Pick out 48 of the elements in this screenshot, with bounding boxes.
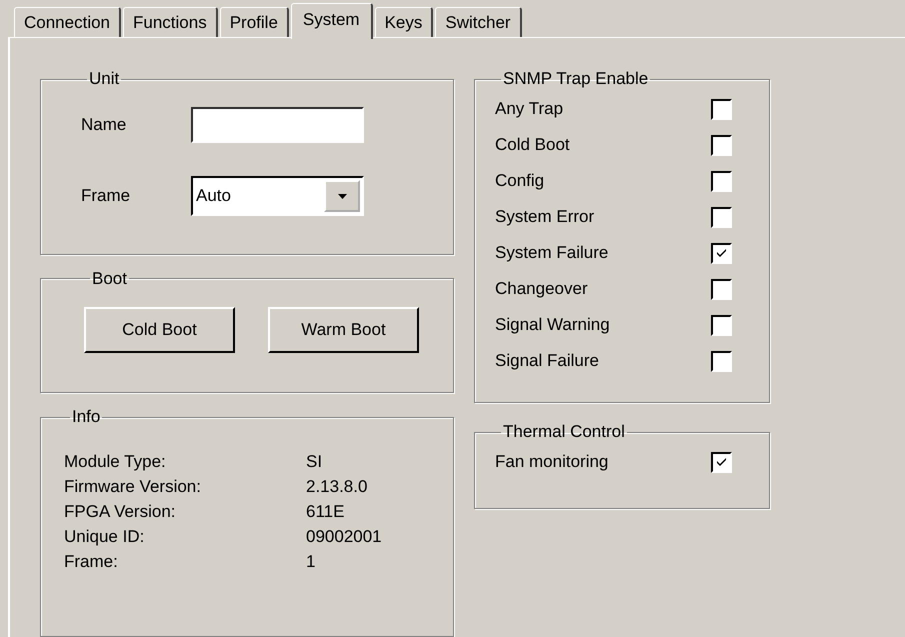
tab[interactable]: Connection — [14, 7, 122, 37]
tab[interactable]: Functions — [123, 7, 218, 37]
info-label: Frame: — [64, 551, 119, 574]
checkbox-label: Fan monitoring — [495, 452, 610, 472]
info-label: Firmware Version: — [64, 476, 202, 498]
checkbox-label: Changeover — [495, 279, 589, 299]
checkbox[interactable] — [711, 350, 732, 372]
checkbox[interactable] — [711, 278, 732, 300]
info-value: 611E — [306, 501, 346, 524]
checkbox[interactable] — [711, 206, 732, 228]
info-label: FPGA Version: — [64, 501, 176, 524]
boot-button[interactable]: Cold Boot — [84, 306, 235, 353]
frame-dropdown[interactable]: Auto — [191, 176, 364, 216]
group-title: Boot — [91, 268, 128, 289]
checkbox-label: System Error — [495, 207, 596, 227]
checkbox[interactable] — [711, 314, 732, 336]
info-label: Module Type: — [64, 451, 167, 474]
name-field[interactable] — [191, 107, 364, 143]
field-label: Name — [81, 115, 128, 135]
checkmark-icon — [716, 457, 727, 467]
group-title: Unit — [88, 69, 120, 89]
checkbox-label: Any Trap — [495, 99, 564, 119]
info-value: 2.13.8.0 — [306, 476, 368, 498]
checkbox-label: Config — [495, 171, 546, 191]
info-value: SI — [306, 451, 324, 474]
checkbox-label: Signal Warning — [495, 315, 611, 335]
group-title: Info — [71, 407, 102, 428]
tab[interactable]: Profile — [220, 7, 289, 37]
tab[interactable]: Switcher — [435, 7, 522, 37]
caret-icon — [338, 194, 346, 198]
group-title: Thermal Control — [502, 422, 626, 442]
checkmark-icon — [716, 248, 727, 258]
checkbox-label: Signal Failure — [495, 351, 600, 371]
checkbox[interactable] — [711, 170, 732, 192]
checkbox-label: Cold Boot — [495, 135, 571, 155]
checkbox[interactable] — [711, 452, 732, 472]
checkbox-label: System Failure — [495, 243, 610, 263]
info-value: 09002001 — [306, 526, 383, 548]
checkbox[interactable] — [711, 134, 732, 156]
group-title: SNMP Trap Enable — [502, 69, 650, 89]
checkbox[interactable] — [711, 98, 732, 120]
info-label: Unique ID: — [64, 526, 146, 548]
field-label: Frame — [81, 186, 132, 206]
checkbox[interactable] — [711, 242, 732, 264]
info-value: 1 — [306, 551, 316, 574]
boot-button[interactable]: Warm Boot — [268, 306, 419, 353]
tab[interactable]: System — [290, 3, 373, 39]
tab[interactable]: Keys — [374, 7, 434, 37]
